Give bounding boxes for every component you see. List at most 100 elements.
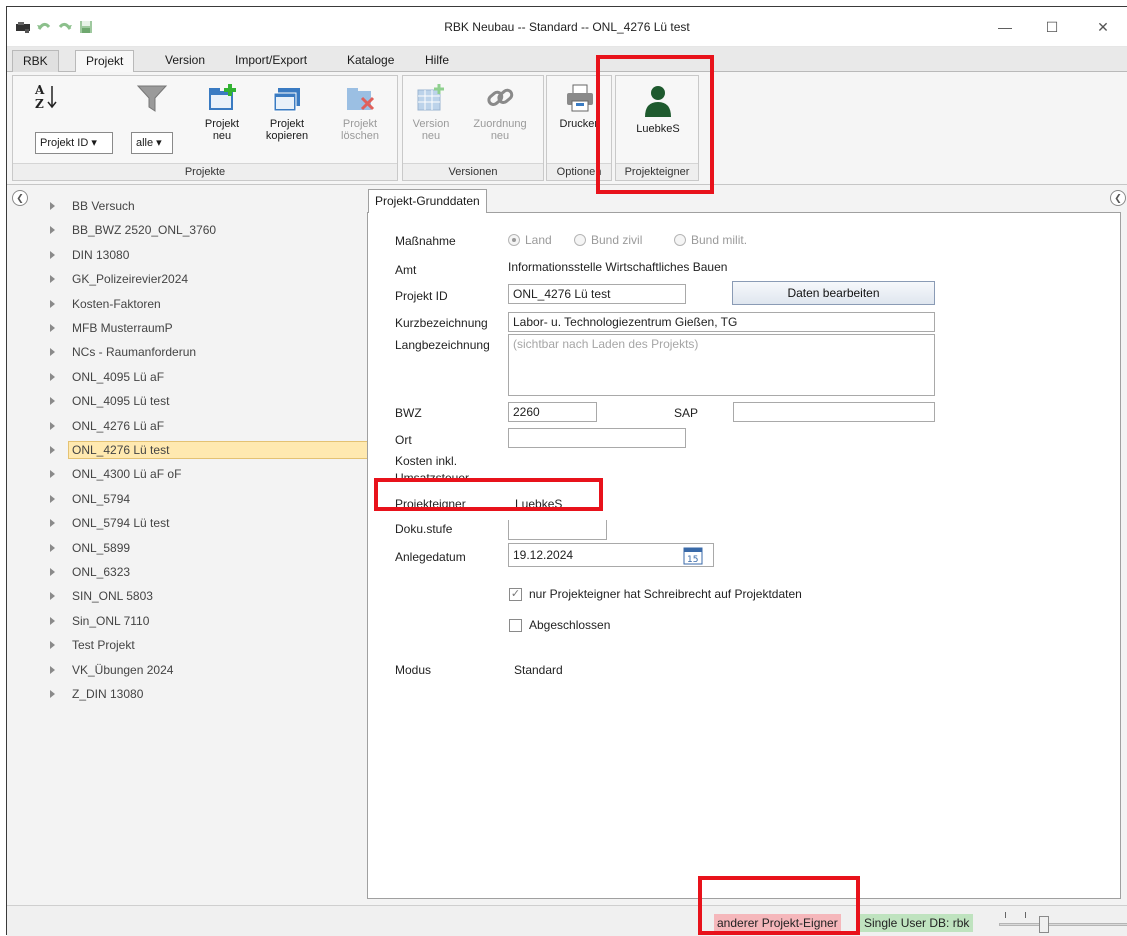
expand-arrow-icon[interactable] xyxy=(50,421,55,430)
tree-item[interactable]: Sin_ONL 7110 xyxy=(50,609,153,633)
closed-checkbox[interactable]: Abgeschlossen xyxy=(509,618,610,632)
ort-label: Ort xyxy=(395,433,412,447)
table-new-icon xyxy=(417,84,444,111)
expand-arrow-icon[interactable] xyxy=(50,592,55,601)
tree-item[interactable]: BB_BWZ 2520_ONL_3760 xyxy=(50,218,220,242)
tree-item[interactable]: ONL_5794 xyxy=(50,487,134,511)
window-title: RBK Neubau -- Standard -- ONL_4276 Lü te… xyxy=(444,20,690,34)
tree-item[interactable]: DIN 13080 xyxy=(50,243,133,267)
owner-write-checkbox[interactable]: ✓ nur Projekteigner hat Schreibrecht auf… xyxy=(509,587,802,601)
group-label-versionen: Versionen xyxy=(403,163,543,180)
tree-item[interactable]: SIN_ONL 5803 xyxy=(50,584,157,608)
svg-text:Z: Z xyxy=(35,97,44,111)
expand-arrow-icon[interactable] xyxy=(50,616,55,625)
close-button[interactable]: ✕ xyxy=(1080,13,1126,41)
zoom-slider[interactable] xyxy=(999,912,1127,933)
expand-arrow-icon[interactable] xyxy=(50,372,55,381)
app-window: RBK Neubau -- Standard -- ONL_4276 Lü te… xyxy=(6,6,1127,936)
expand-arrow-icon[interactable] xyxy=(50,446,55,454)
group-projekte: A Z Projekt ID ▾ alle ▾ Projekt neu Proj… xyxy=(12,75,398,181)
bwz-field[interactable]: 2260 xyxy=(508,402,597,422)
tree-item[interactable]: ONL_5794 Lü test xyxy=(50,511,173,535)
expand-arrow-icon[interactable] xyxy=(50,568,55,576)
modus-value: Standard xyxy=(514,663,563,677)
sort-az-icon[interactable]: A Z xyxy=(33,82,59,112)
svg-text:A: A xyxy=(34,83,45,97)
tree-item[interactable]: BB Versuch xyxy=(50,194,139,218)
radio-land[interactable]: Land xyxy=(508,233,552,247)
expand-arrow-icon[interactable] xyxy=(50,299,55,308)
tree-item[interactable]: Z_DIN 13080 xyxy=(50,682,147,706)
edit-data-button[interactable]: Daten bearbeiten xyxy=(732,281,935,305)
tab-projekt[interactable]: Projekt xyxy=(75,50,135,73)
calendar-icon[interactable]: 15 xyxy=(683,546,703,565)
tree-item[interactable]: ONL_4276 Lü test xyxy=(50,438,371,462)
assign-new-button[interactable]: Zuordnung neu xyxy=(465,82,535,142)
projekt-id-field[interactable]: ONL_4276 Lü test xyxy=(508,284,686,304)
tab-hilfe[interactable]: Hilfe xyxy=(415,50,459,72)
tab-projekt-grunddaten[interactable]: Projekt-Grunddaten xyxy=(368,189,487,213)
link-icon xyxy=(487,88,514,106)
tree-item[interactable]: Kosten-Faktoren xyxy=(50,292,165,316)
tree-item[interactable]: MFB MusterraumP xyxy=(50,316,177,340)
project-new-button[interactable]: Projekt neu xyxy=(199,82,245,142)
collapse-right-icon[interactable]: ❮ xyxy=(1110,190,1126,206)
expand-arrow-icon[interactable] xyxy=(50,494,55,503)
tree-item[interactable]: ONL_4095 Lü test xyxy=(50,389,173,413)
status-bar: anderer Projekt-Eigner Single User DB: r… xyxy=(7,905,1127,936)
expand-arrow-icon[interactable] xyxy=(50,690,55,698)
expand-arrow-icon[interactable] xyxy=(50,397,55,406)
tree-item[interactable]: GK_Polizeirevier2024 xyxy=(50,267,192,291)
expand-arrow-icon[interactable] xyxy=(50,202,55,210)
tree-item[interactable]: NCs - Raumanforderun xyxy=(50,340,200,364)
tree-item-label: NCs - Raumanforderun xyxy=(72,345,197,360)
zoom-slider-thumb[interactable] xyxy=(1039,916,1049,933)
tab-version[interactable]: Version xyxy=(155,50,215,72)
tree-item[interactable]: ONL_6323 xyxy=(50,560,134,584)
expand-arrow-icon[interactable] xyxy=(50,641,55,650)
expand-arrow-icon[interactable] xyxy=(50,250,55,259)
kurz-field[interactable]: Labor- u. Technologiezentrum Gießen, TG xyxy=(508,312,935,332)
tab-import-export[interactable]: Import/Export xyxy=(225,50,317,72)
expand-arrow-icon[interactable] xyxy=(50,543,55,552)
filter-icon[interactable] xyxy=(136,84,168,114)
sort-combo[interactable]: Projekt ID ▾ xyxy=(35,132,113,154)
expand-arrow-icon[interactable] xyxy=(50,226,55,235)
project-copy-button[interactable]: Projekt kopieren xyxy=(259,82,315,142)
ort-field[interactable] xyxy=(508,428,686,448)
tree-item[interactable]: ONL_5899 xyxy=(50,536,134,560)
expand-arrow-icon[interactable] xyxy=(50,470,55,479)
amt-value: Informationsstelle Wirtschaftliches Baue… xyxy=(508,260,728,274)
radio-bund-zivil[interactable]: Bund zivil xyxy=(574,233,642,247)
expand-arrow-icon[interactable] xyxy=(50,665,55,674)
anlege-label: Anlegedatum xyxy=(395,550,466,564)
sap-label: SAP xyxy=(674,406,699,420)
tree-item[interactable]: VK_Übungen 2024 xyxy=(50,658,177,682)
expand-arrow-icon[interactable] xyxy=(50,324,55,332)
tab-rbk[interactable]: RBK xyxy=(12,50,59,72)
lang-field[interactable]: (sichtbar nach Laden des Projekts) xyxy=(508,334,935,396)
doku-field[interactable] xyxy=(508,520,607,540)
tree-item[interactable]: ONL_4300 Lü aF oF xyxy=(50,462,185,486)
collapse-left-icon[interactable]: ❮ xyxy=(12,190,28,206)
expand-arrow-icon[interactable] xyxy=(50,519,55,528)
sap-field[interactable] xyxy=(733,402,935,422)
expand-arrow-icon[interactable] xyxy=(50,348,55,357)
tab-kataloge[interactable]: Kataloge xyxy=(337,50,404,72)
filter-combo[interactable]: alle ▾ xyxy=(131,132,173,154)
project-delete-button[interactable]: Projekt löschen xyxy=(335,82,385,142)
maximize-button[interactable]: ☐ xyxy=(1029,13,1075,41)
tree-item-label: BB Versuch xyxy=(72,199,135,213)
tree-item[interactable]: Test Projekt xyxy=(50,633,139,657)
tree-item[interactable]: ONL_4276 Lü aF xyxy=(50,414,168,438)
kurz-label: Kurzbezeichnung xyxy=(395,316,488,330)
minimize-button[interactable]: — xyxy=(982,13,1028,41)
expand-arrow-icon[interactable] xyxy=(50,275,55,284)
radio-bund-milit[interactable]: Bund milit. xyxy=(674,233,747,247)
project-tree: ❮ BB Versuch BB_BWZ 2520_ONL_3760 DIN 1308… xyxy=(7,185,371,905)
tree-item[interactable]: ONL_4095 Lü aF xyxy=(50,365,168,389)
printer-icon xyxy=(567,84,593,112)
version-new-button[interactable]: Version neu xyxy=(409,82,453,142)
checkbox-checked-icon: ✓ xyxy=(509,587,522,601)
group-label-projekte: Projekte xyxy=(13,163,397,180)
